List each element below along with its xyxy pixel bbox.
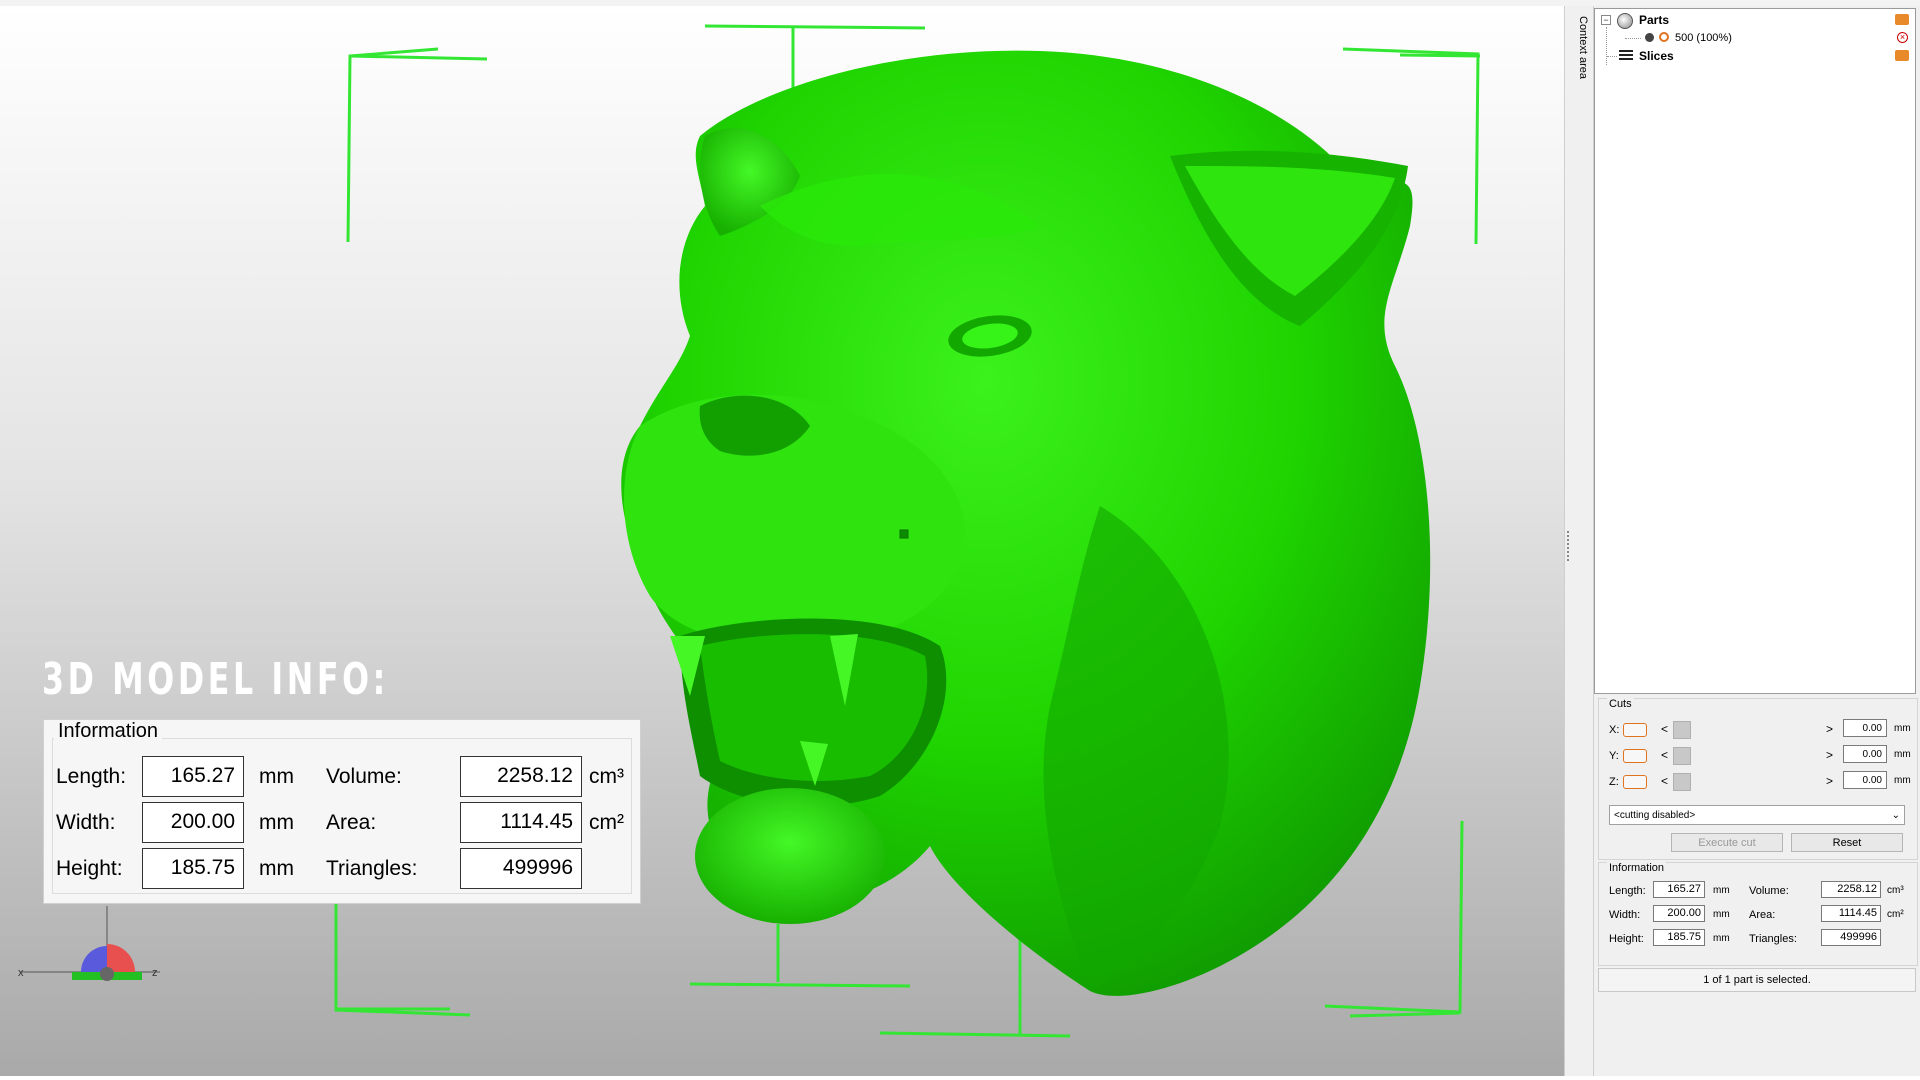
cut-decrease-button[interactable]: < [1661, 722, 1668, 736]
tree-connector [1625, 38, 1641, 40]
model-mesh [621, 50, 1431, 996]
cut-axis-label: Y: [1609, 750, 1619, 762]
cutting-mode-select[interactable]: <cutting disabled> ⌄ [1609, 805, 1905, 825]
cutting-mode-value: <cutting disabled> [1614, 810, 1696, 821]
area-label: Area: [326, 811, 377, 834]
execute-cut-button[interactable]: Execute cut [1671, 833, 1783, 852]
panther-head-model[interactable] [0, 6, 1564, 1076]
volume-value: 2258.12 [460, 756, 582, 797]
information-group: Information Length: 165.27 mm Volume: 22… [1598, 862, 1918, 966]
tree-connector [1607, 56, 1617, 58]
remove-part-icon[interactable]: × [1897, 32, 1908, 43]
cut-slider-handle[interactable] [1673, 773, 1691, 791]
height-value: 185.75 [1653, 929, 1705, 946]
context-area-label: Context area [1577, 16, 1589, 79]
volume-unit: cm³ [589, 765, 624, 788]
part-item-label: 500 (100%) [1675, 32, 1732, 44]
height-label: Height: [56, 857, 123, 880]
cut-slider-handle[interactable] [1673, 721, 1691, 739]
collapse-icon[interactable]: − [1601, 15, 1611, 25]
overlay-information-panel: Information Length: 165.27 mm Volume: 22… [43, 719, 641, 904]
cut-unit: mm [1894, 775, 1911, 786]
cut-increase-button[interactable]: > [1826, 722, 1833, 736]
length-label: Length: [1609, 885, 1646, 897]
cut-decrease-button[interactable]: < [1661, 774, 1668, 788]
cut-value-input[interactable]: 0.00 [1843, 745, 1887, 763]
area-unit: cm² [589, 811, 624, 834]
cut-row-x: X: < > 0.00 mm [1607, 719, 1913, 741]
reset-button[interactable]: Reset [1791, 833, 1903, 852]
volume-label: Volume: [1749, 885, 1789, 897]
area-label: Area: [1749, 909, 1776, 921]
parts-icon [1617, 13, 1633, 29]
tree-parts-label: Parts [1639, 13, 1670, 27]
length-value: 165.27 [1653, 881, 1705, 898]
information-legend: Information [54, 720, 163, 743]
cut-enable-toggle[interactable] [1623, 775, 1647, 789]
volume-value: 2258.12 [1821, 881, 1881, 898]
width-label: Width: [1609, 909, 1641, 921]
parts-tree[interactable]: − Parts 500 (100%) × Slices [1594, 8, 1916, 694]
triangles-label: Triangles: [1749, 933, 1797, 945]
width-label: Width: [56, 811, 116, 834]
x-axis-label: x [18, 967, 24, 979]
height-value: 185.75 [142, 848, 244, 889]
cut-unit: mm [1894, 723, 1911, 734]
cuts-group: Cuts X: < > 0.00 mm Y: < > 0.00 mm Z: < … [1598, 698, 1918, 860]
width-value: 200.00 [142, 802, 244, 843]
cut-increase-button[interactable]: > [1826, 774, 1833, 788]
splitter-grip[interactable] [1567, 531, 1569, 561]
cut-axis-label: Z: [1609, 776, 1619, 788]
area-value: 1114.45 [460, 802, 582, 843]
part-color-icon[interactable] [1659, 32, 1669, 42]
cut-increase-button[interactable]: > [1826, 748, 1833, 762]
tree-item-parts[interactable]: − Parts [1595, 11, 1913, 29]
cut-row-z: Z: < > 0.00 mm [1607, 771, 1913, 793]
area-unit: cm² [1887, 909, 1904, 920]
3d-viewport[interactable]: 3D MODEL INFO: Information Length: 165.2… [0, 6, 1564, 1076]
height-unit: mm [1713, 933, 1730, 944]
cuts-title: Cuts [1607, 698, 1634, 710]
cut-axis-label: X: [1609, 724, 1620, 736]
area-value: 1114.45 [1821, 905, 1881, 922]
slices-icon [1619, 50, 1633, 62]
information-title: Information [1607, 862, 1667, 874]
length-unit: mm [259, 765, 294, 788]
length-unit: mm [1713, 885, 1730, 896]
tree-slices-label: Slices [1639, 49, 1674, 63]
context-area-strip[interactable]: Context area [1573, 6, 1594, 1076]
cut-unit: mm [1894, 749, 1911, 760]
right-panel: − Parts 500 (100%) × Slices Cuts X: < > [1594, 6, 1920, 1076]
triangles-value: 499996 [1821, 929, 1881, 946]
height-unit: mm [259, 857, 294, 880]
selection-status: 1 of 1 part is selected. [1598, 968, 1916, 992]
axis-gizmo[interactable]: x z [14, 906, 174, 1006]
width-value: 200.00 [1653, 905, 1705, 922]
cut-value-input[interactable]: 0.00 [1843, 771, 1887, 789]
width-unit: mm [259, 811, 294, 834]
cut-slider-handle[interactable] [1673, 747, 1691, 765]
cut-enable-toggle[interactable] [1623, 749, 1647, 763]
cut-decrease-button[interactable]: < [1661, 748, 1668, 762]
folder-icon[interactable] [1895, 50, 1909, 61]
overlay-title: 3D MODEL INFO: [42, 654, 389, 705]
volume-unit: cm³ [1887, 885, 1904, 896]
chevron-down-icon: ⌄ [1891, 810, 1900, 821]
tree-item-slices[interactable]: Slices [1595, 47, 1913, 65]
visibility-dot-icon[interactable] [1645, 33, 1654, 42]
length-value: 165.27 [142, 756, 244, 797]
cut-row-y: Y: < > 0.00 mm [1607, 745, 1913, 767]
tree-item-part-500[interactable]: 500 (100%) × [1595, 29, 1913, 47]
z-axis-label: z [152, 967, 158, 979]
cut-value-input[interactable]: 0.00 [1843, 719, 1887, 737]
triangles-label: Triangles: [326, 857, 418, 880]
width-unit: mm [1713, 909, 1730, 920]
triangles-value: 499996 [460, 848, 582, 889]
cut-enable-toggle[interactable] [1623, 723, 1647, 737]
length-label: Length: [56, 765, 127, 788]
folder-icon[interactable] [1895, 14, 1909, 25]
volume-label: Volume: [326, 765, 402, 788]
height-label: Height: [1609, 933, 1644, 945]
